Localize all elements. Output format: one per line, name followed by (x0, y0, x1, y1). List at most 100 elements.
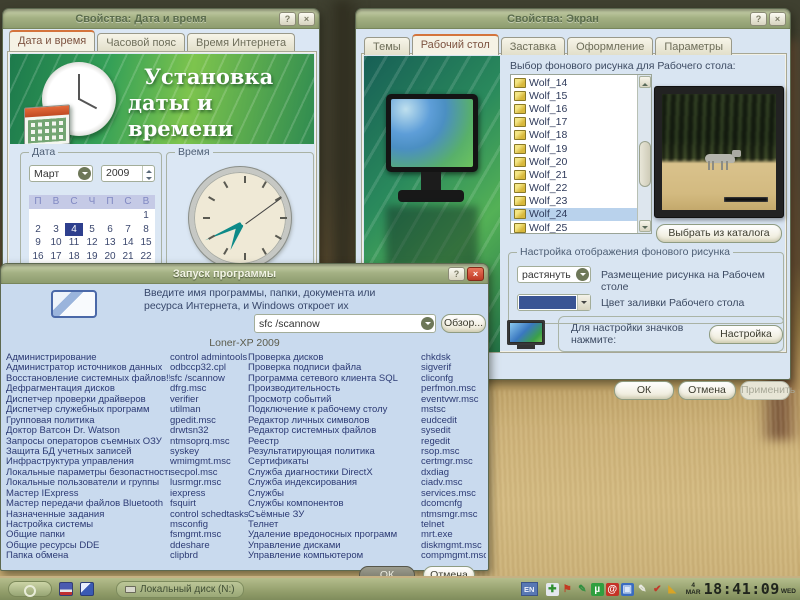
fill-color-label: Цвет заливки Рабочего стола (601, 297, 744, 309)
backup-floppy-icon[interactable]: ✚ (546, 583, 559, 596)
calendar-day[interactable]: 7 (119, 223, 137, 237)
close-icon[interactable]: × (769, 12, 786, 26)
brush-icon[interactable]: ✎ (636, 583, 649, 596)
tab-timezone[interactable]: Часовой пояс (97, 33, 185, 51)
spin-down-icon[interactable] (143, 174, 154, 182)
datetime-titlebar[interactable]: Свойства: Дата и время ? × (3, 9, 319, 29)
run-program-cmd: compmgmt.msc (421, 551, 486, 561)
calendar-day[interactable]: 20 (101, 250, 119, 264)
scroll-up-icon[interactable] (639, 76, 651, 88)
calendar-day[interactable]: 1 (137, 209, 155, 223)
chevron-down-icon[interactable] (577, 295, 590, 310)
fill-color-select[interactable] (517, 294, 591, 311)
browse-button[interactable]: Обзор... (441, 314, 486, 333)
browse-catalog-button[interactable]: Выбрать из каталога (656, 224, 782, 243)
tab-themes[interactable]: Темы (364, 37, 410, 55)
calendar-day[interactable]: 16 (29, 250, 47, 264)
tab-screensaver[interactable]: Заставка (501, 37, 565, 55)
help-icon[interactable]: ? (448, 267, 465, 281)
month-select[interactable]: Март (29, 165, 93, 182)
calendar-day[interactable]: 15 (137, 236, 155, 250)
mail-icon[interactable]: @ (606, 583, 619, 596)
placement-select[interactable]: растянуть (517, 266, 591, 283)
analog-clock (189, 167, 291, 269)
wallpaper-item[interactable]: Wolf_19 (511, 142, 637, 155)
calendar-day[interactable]: 3 (47, 223, 65, 237)
close-icon[interactable]: × (467, 267, 484, 281)
antivirus-icon[interactable]: ✔ (651, 583, 664, 596)
chevron-down-icon[interactable] (576, 268, 589, 281)
wallpaper-item[interactable]: Wolf_25 (511, 221, 637, 233)
wallpaper-item[interactable]: Wolf_21 (511, 168, 637, 181)
help-icon[interactable]: ? (279, 12, 296, 26)
wallpaper-item[interactable]: Wolf_16 (511, 102, 637, 115)
calendar-day[interactable]: 18 (65, 250, 83, 264)
close-icon[interactable]: × (298, 12, 315, 26)
calendar-day[interactable]: 5 (83, 223, 101, 237)
spin-up-icon[interactable] (143, 166, 154, 174)
flag-icon[interactable]: ⚑ (561, 583, 574, 596)
warning-icon[interactable]: ◣ (666, 583, 679, 596)
utorrent-icon[interactable]: µ (591, 583, 604, 596)
wallpaper-item[interactable]: Wolf_22 (511, 182, 637, 195)
calendar-day[interactable]: 17 (47, 250, 65, 264)
calendar-day[interactable]: 22 (137, 250, 155, 264)
chevron-down-icon[interactable] (78, 167, 91, 180)
calendar-day[interactable]: 21 (119, 250, 137, 264)
wallpaper-item[interactable]: Wolf_20 (511, 155, 637, 168)
start-button[interactable] (8, 581, 52, 597)
chevron-down-icon[interactable] (421, 317, 434, 330)
calendar-day[interactable] (83, 209, 101, 223)
quicklaunch-floppy-icon[interactable] (59, 582, 73, 596)
apply-button[interactable]: Применить (740, 381, 790, 400)
calendar-day[interactable]: 12 (83, 236, 101, 250)
calendar-day[interactable]: 11 (65, 236, 83, 250)
tab-appearance[interactable]: Оформление (567, 37, 653, 55)
clock-tick (208, 235, 215, 240)
quicklaunch-app-icon[interactable] (80, 582, 94, 596)
calendar-day[interactable]: 4 (65, 223, 83, 237)
cancel-button[interactable]: Отмена (678, 381, 736, 400)
calendar-day[interactable]: 13 (101, 236, 119, 250)
calendar-day[interactable] (65, 209, 83, 223)
calendar-day[interactable]: 19 (83, 250, 101, 264)
calendar-day[interactable]: 6 (101, 223, 119, 237)
calendar-day[interactable]: 9 (29, 236, 47, 250)
calendar-day[interactable]: 2 (29, 223, 47, 237)
display-tray-icon[interactable]: ▣ (621, 583, 634, 596)
calendar-day[interactable] (29, 209, 47, 223)
wallpaper-item[interactable]: Wolf_17 (511, 116, 637, 129)
calendar-day[interactable] (47, 209, 65, 223)
tab-date-time[interactable]: Дата и время (9, 30, 95, 51)
tab-internet-time[interactable]: Время Интернета (187, 33, 295, 51)
calendar-day[interactable]: 14 (119, 236, 137, 250)
run-command-input[interactable]: sfc /scannow (254, 314, 436, 333)
wallpaper-item[interactable]: Wolf_15 (511, 89, 637, 102)
wallpaper-item[interactable]: Wolf_23 (511, 195, 637, 208)
display-titlebar[interactable]: Свойства: Экран ? × (356, 9, 790, 29)
calendar-day[interactable] (101, 209, 119, 223)
calendar-day[interactable] (119, 209, 137, 223)
icons-settings-button[interactable]: Настройка (709, 325, 783, 344)
keyboard-layout-indicator[interactable]: EN (521, 582, 538, 596)
run-titlebar[interactable]: Запуск программы ? × (1, 264, 488, 284)
year-spinner[interactable]: 2009 (101, 165, 155, 182)
run-program-cmd: services.msc (421, 489, 486, 499)
wallpaper-item[interactable]: Wolf_18 (511, 129, 637, 142)
help-icon[interactable]: ? (750, 12, 767, 26)
calendar-day[interactable]: 8 (137, 223, 155, 237)
wallpaper-item[interactable]: Wolf_24 (511, 208, 637, 221)
run-program-name: Общие папки (6, 530, 170, 540)
pencil-icon[interactable]: ✎ (576, 583, 589, 596)
run-program-cmd: rsop.msc (421, 447, 486, 457)
tab-desktop[interactable]: Рабочий стол (412, 34, 499, 55)
calendar-day[interactable]: 10 (47, 236, 65, 250)
scroll-thumb[interactable] (639, 141, 651, 187)
taskbar-button-local-disk[interactable]: Локальный диск (N:) (116, 581, 244, 598)
tab-settings[interactable]: Параметры (655, 37, 732, 55)
wallpaper-item[interactable]: Wolf_14 (511, 76, 637, 89)
ok-button[interactable]: ОК (614, 381, 674, 400)
tray-clock[interactable]: 18:41:09 (704, 580, 780, 598)
scrollbar[interactable] (637, 75, 651, 233)
scroll-down-icon[interactable] (639, 220, 651, 232)
